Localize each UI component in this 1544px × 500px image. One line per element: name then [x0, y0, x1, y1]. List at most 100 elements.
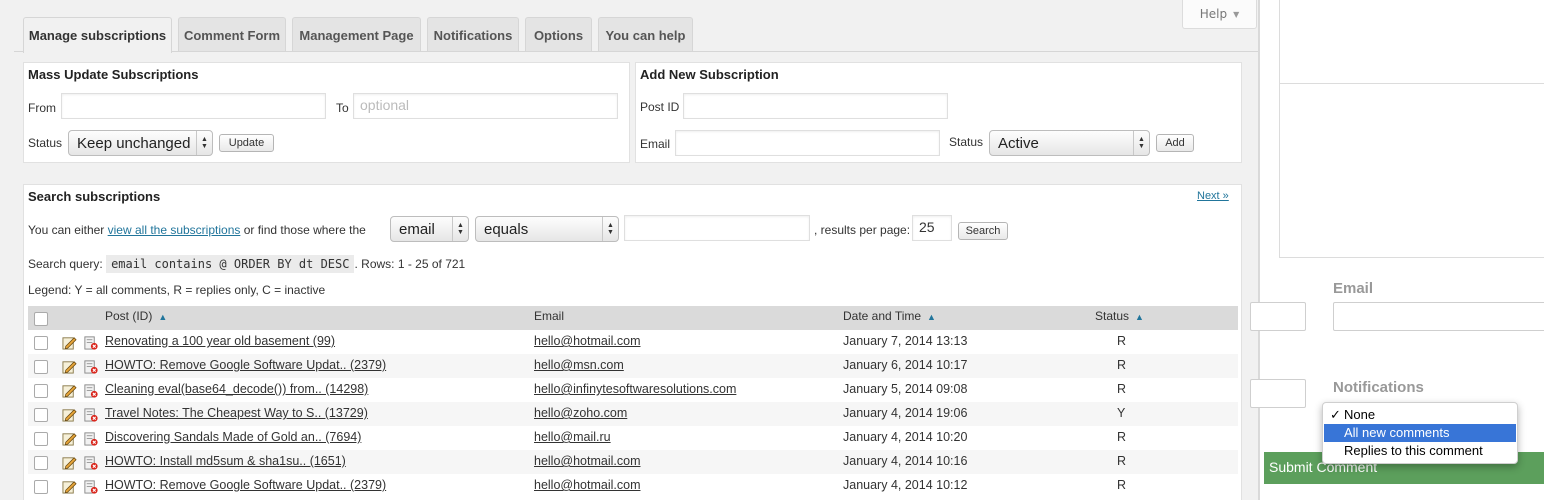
- row-checkbox[interactable]: [34, 384, 48, 398]
- check-icon: ✓: [1330, 407, 1341, 422]
- option-label: None: [1344, 407, 1376, 422]
- col-post[interactable]: Post (ID) ▲: [105, 309, 167, 323]
- col-post-label: Post (ID): [105, 309, 153, 323]
- email-link[interactable]: hello@zoho.com: [534, 406, 627, 420]
- table-row: HOWTO: Install md5sum & sha1su.. (1651) h…: [28, 450, 1238, 474]
- email-link[interactable]: hello@mail.ru: [534, 430, 611, 444]
- intro-prefix: You can either: [28, 223, 105, 237]
- operator-select[interactable]: equals ▲ ▼: [475, 216, 619, 242]
- next-page-link[interactable]: Next »: [1197, 190, 1229, 202]
- table-row: HOWTO: Remove Google Software Updat.. (2…: [28, 474, 1238, 498]
- email-link[interactable]: hello@msn.com: [534, 358, 624, 372]
- post-id-input[interactable]: [683, 93, 948, 119]
- select-arrows-icon: ▲ ▼: [452, 217, 468, 241]
- delete-icon[interactable]: [83, 431, 98, 446]
- col-email[interactable]: Email: [534, 309, 564, 323]
- table-row: Discovering Sandals Made of Gold an.. (7…: [28, 426, 1238, 450]
- post-link[interactable]: Cleaning eval(base64_decode()) from.. (1…: [105, 382, 368, 396]
- delete-icon[interactable]: [83, 359, 98, 374]
- date-cell: January 6, 2014 10:17: [843, 358, 968, 372]
- col-email-label: Email: [534, 309, 565, 323]
- from-input[interactable]: [61, 93, 326, 119]
- select-all-checkbox[interactable]: [34, 312, 48, 326]
- tab-options[interactable]: Options: [525, 17, 592, 52]
- delete-icon[interactable]: [83, 407, 98, 422]
- intro-suffix: or find those where the: [243, 223, 366, 237]
- col-status[interactable]: Status ▲: [1095, 309, 1144, 323]
- mass-status-select[interactable]: Keep unchanged ▲ ▼: [68, 130, 213, 156]
- search-title: Search subscriptions: [28, 189, 161, 204]
- name-input[interactable]: [1250, 302, 1306, 331]
- from-label: From: [28, 101, 56, 115]
- add-status-select[interactable]: Active ▲ ▼: [989, 130, 1150, 156]
- edit-icon[interactable]: [62, 359, 77, 374]
- view-all-link[interactable]: view all the subscriptions: [108, 223, 241, 237]
- update-button[interactable]: Update: [219, 134, 274, 152]
- post-link[interactable]: Renovating a 100 year old basement (99): [105, 334, 335, 348]
- email-link[interactable]: hello@hotmail.com: [534, 454, 640, 468]
- post-link[interactable]: Discovering Sandals Made of Gold an.. (7…: [105, 430, 361, 444]
- mass-update-title: Mass Update Subscriptions: [28, 67, 199, 82]
- row-checkbox[interactable]: [34, 336, 48, 350]
- post-id-label: Post ID: [640, 100, 680, 114]
- select-value: Keep unchanged: [77, 134, 191, 152]
- help-tab[interactable]: Help ▼: [1182, 0, 1257, 29]
- row-checkbox[interactable]: [34, 408, 48, 422]
- website-input[interactable]: [1250, 379, 1306, 408]
- mass-update-panel: Mass Update Subscriptions From To option…: [23, 62, 630, 163]
- sort-up-icon: ▲: [158, 312, 168, 322]
- option-label: Replies to this comment: [1344, 443, 1483, 458]
- email-link[interactable]: hello@hotmail.com: [534, 478, 640, 492]
- email-link[interactable]: hello@hotmail.com: [534, 334, 640, 348]
- tab-management-page[interactable]: Management Page: [292, 17, 421, 52]
- email-link[interactable]: hello@infinytesoftwaresolutions.com: [534, 382, 736, 396]
- tab-notifications[interactable]: Notifications: [427, 17, 519, 52]
- col-date[interactable]: Date and Time ▲: [843, 309, 936, 323]
- tab-manage-subscriptions[interactable]: Manage subscriptions: [23, 17, 172, 53]
- email-input[interactable]: [675, 130, 940, 156]
- query-label: Search query:: [28, 257, 103, 271]
- delete-icon[interactable]: [83, 383, 98, 398]
- add-button[interactable]: Add: [1156, 134, 1194, 152]
- edit-icon[interactable]: [62, 407, 77, 422]
- row-checkbox[interactable]: [34, 480, 48, 494]
- tab-you-can-help[interactable]: You can help: [598, 17, 693, 52]
- option-none[interactable]: ✓ None: [1324, 406, 1516, 424]
- comment-email-input[interactable]: [1333, 302, 1544, 331]
- status-label: Status: [28, 136, 63, 150]
- date-cell: January 4, 2014 10:20: [843, 430, 968, 444]
- status-cell: R: [1117, 382, 1127, 396]
- tab-label: Options: [533, 27, 584, 43]
- edit-icon[interactable]: [62, 335, 77, 350]
- tabs-divider: [14, 51, 1258, 52]
- sort-up-icon: ▲: [927, 312, 936, 322]
- select-arrows-icon: ▲ ▼: [602, 217, 618, 241]
- to-input[interactable]: optional: [353, 93, 618, 119]
- notifications-dropdown[interactable]: ✓ None All new comments Replies to this …: [1322, 402, 1518, 464]
- email-label: Email: [640, 137, 671, 151]
- field-select[interactable]: email ▲ ▼: [390, 216, 469, 242]
- query-input[interactable]: [624, 215, 810, 241]
- row-checkbox[interactable]: [34, 360, 48, 374]
- per-page-input[interactable]: 25: [912, 215, 952, 241]
- post-link[interactable]: HOWTO: Install md5sum & sha1su.. (1651): [105, 454, 346, 468]
- delete-icon[interactable]: [83, 455, 98, 470]
- status-cell: R: [1117, 358, 1127, 372]
- option-replies[interactable]: Replies to this comment: [1324, 442, 1516, 460]
- delete-icon[interactable]: [83, 479, 98, 494]
- tab-label: Management Page: [299, 27, 414, 43]
- edit-icon[interactable]: [62, 479, 77, 494]
- tab-comment-form[interactable]: Comment Form: [178, 17, 286, 52]
- row-checkbox[interactable]: [34, 432, 48, 446]
- post-link[interactable]: HOWTO: Remove Google Software Updat.. (2…: [105, 478, 386, 492]
- post-link[interactable]: Travel Notes: The Cheapest Way to S.. (1…: [105, 406, 368, 420]
- search-button[interactable]: Search: [958, 222, 1008, 240]
- row-checkbox[interactable]: [34, 456, 48, 470]
- edit-icon[interactable]: [62, 383, 77, 398]
- option-all-new-comments[interactable]: All new comments: [1324, 424, 1516, 442]
- post-link[interactable]: HOWTO: Remove Google Software Updat.. (2…: [105, 358, 386, 372]
- edit-icon[interactable]: [62, 431, 77, 446]
- col-status-label: Status: [1095, 309, 1130, 323]
- edit-icon[interactable]: [62, 455, 77, 470]
- delete-icon[interactable]: [83, 335, 98, 350]
